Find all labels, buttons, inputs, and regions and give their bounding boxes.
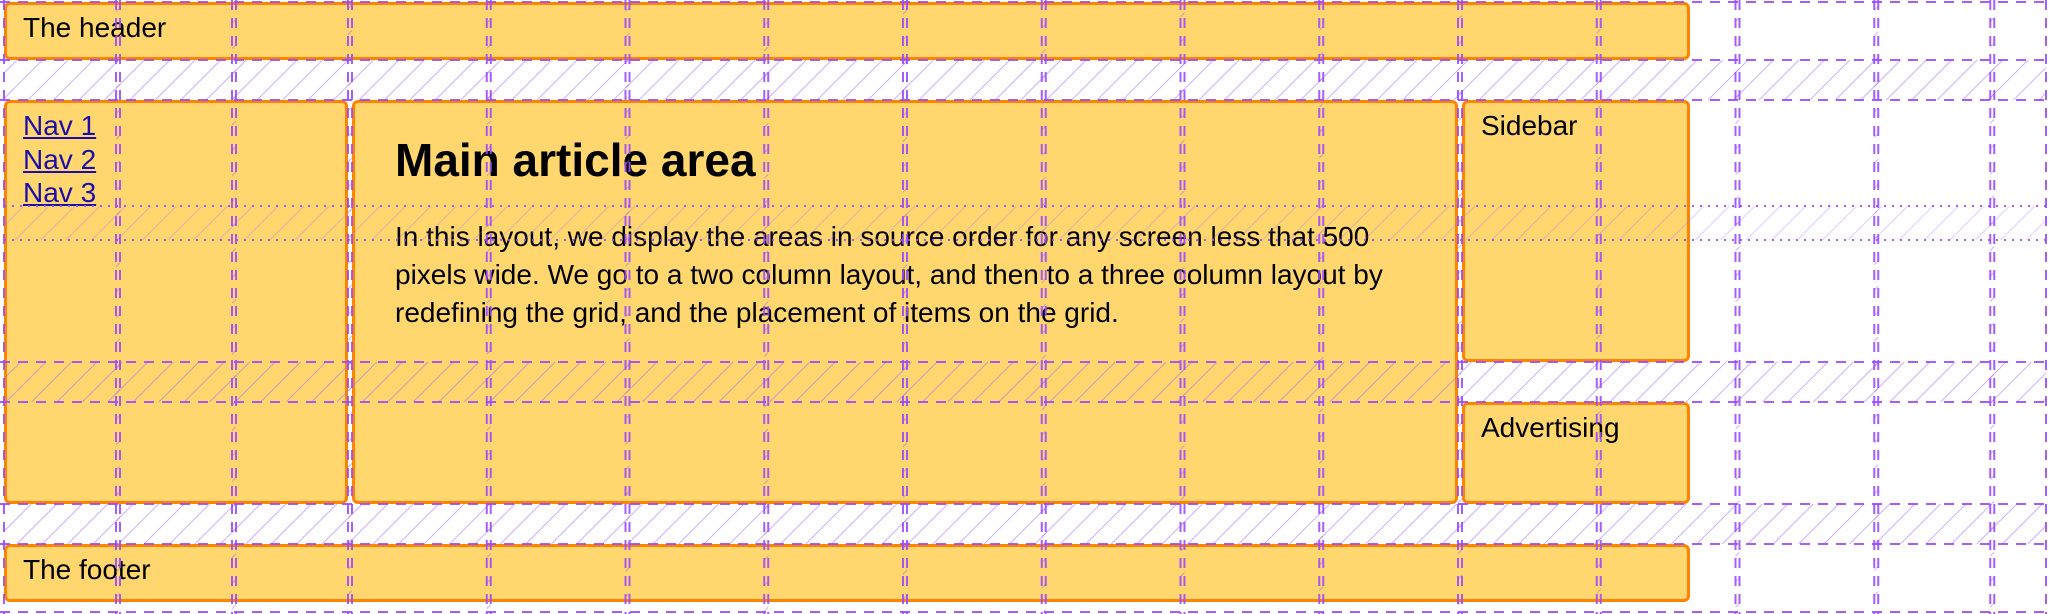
article-paragraph: In this layout, we display the areas in … xyxy=(395,218,1415,331)
article-heading: Main article area xyxy=(395,133,1415,188)
nav-link-3[interactable]: Nav 3 xyxy=(23,177,96,208)
footer-text: The footer xyxy=(23,554,151,585)
nav-link-2[interactable]: Nav 2 xyxy=(23,144,96,175)
list-item: Nav 2 xyxy=(23,143,329,177)
sidebar-text: Sidebar xyxy=(1481,110,1578,141)
advertising-text: Advertising xyxy=(1481,412,1620,443)
nav-list: Nav 1 Nav 2 Nav 3 xyxy=(23,109,329,210)
advertising-area: Advertising xyxy=(1462,402,1690,504)
css-grid-layout-demo: The header Nav 1 Nav 2 Nav 3 Main articl… xyxy=(0,0,2050,614)
header-text: The header xyxy=(23,12,166,43)
sidebar-area: Sidebar xyxy=(1462,100,1690,362)
nav-link-1[interactable]: Nav 1 xyxy=(23,110,96,141)
main-article-area: Main article area In this layout, we dis… xyxy=(352,100,1458,504)
list-item: Nav 3 xyxy=(23,176,329,210)
footer-area: The footer xyxy=(4,544,1690,602)
header-area: The header xyxy=(4,2,1690,60)
nav-area: Nav 1 Nav 2 Nav 3 xyxy=(4,100,348,504)
grid-container: The header Nav 1 Nav 2 Nav 3 Main articl… xyxy=(0,0,2050,614)
list-item: Nav 1 xyxy=(23,109,329,143)
